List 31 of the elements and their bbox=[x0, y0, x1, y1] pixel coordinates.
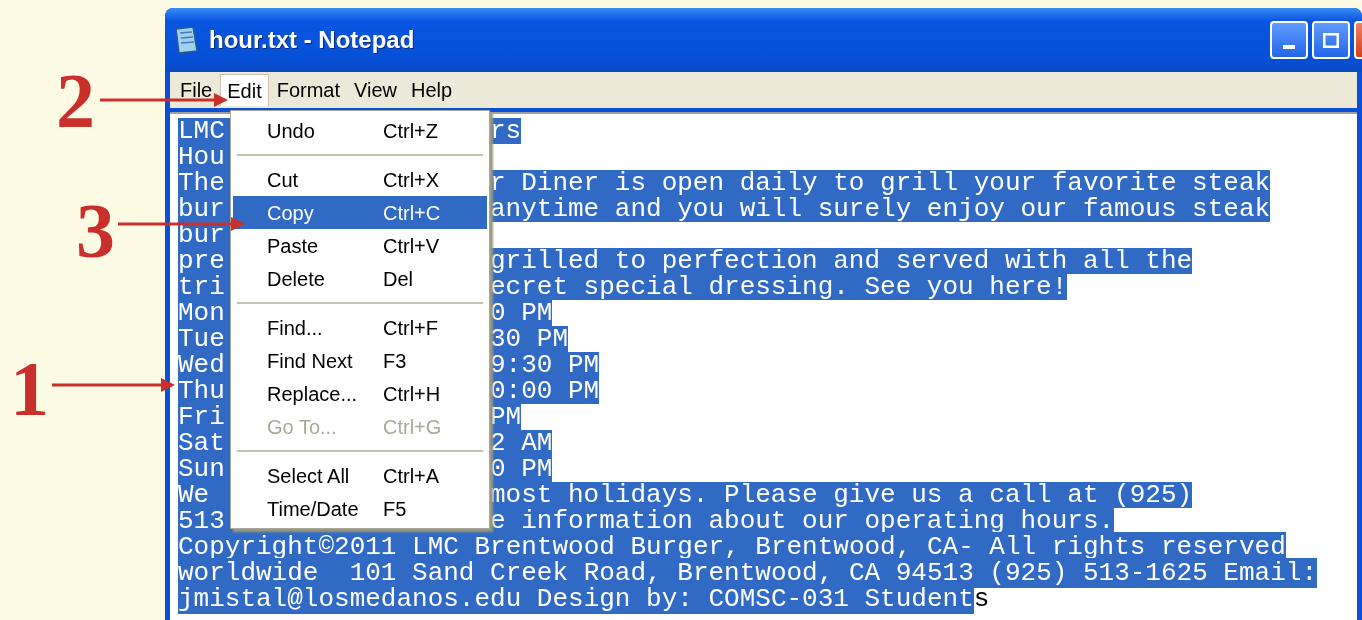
maximize-icon bbox=[1323, 32, 1339, 48]
selected-text: ecret special dressing. See you here! bbox=[490, 274, 1068, 300]
step-number: 1 bbox=[10, 350, 49, 428]
selected-text: anytime and you will surely enjoy our famous steak bbox=[490, 196, 1271, 222]
selected-text: grilled to perfection and served with all the bbox=[490, 248, 1193, 274]
menu-item[interactable]: Edit bbox=[220, 74, 269, 106]
minimize-button[interactable] bbox=[1270, 21, 1308, 59]
selected-text: 30 PM bbox=[490, 326, 568, 352]
menu-item[interactable]: Copy Ctrl+C bbox=[233, 196, 487, 229]
selected-text: rs bbox=[490, 118, 522, 144]
minimize-icon bbox=[1283, 45, 1295, 49]
menu-item[interactable]: File bbox=[174, 74, 219, 106]
step-number: 3 bbox=[76, 192, 115, 270]
menu-item[interactable]: Help bbox=[405, 74, 459, 106]
selected-text: 0 PM bbox=[490, 300, 553, 326]
step-number: 2 bbox=[56, 62, 95, 140]
menu-item[interactable]: View bbox=[348, 74, 404, 106]
maximize-button[interactable] bbox=[1312, 21, 1350, 59]
selected-text: 2 AM bbox=[490, 430, 553, 456]
notepad-icon bbox=[173, 25, 199, 55]
selected-text: e information about our operating hours. bbox=[490, 508, 1115, 534]
selected-text: r Diner is open daily to grill your favorite steak bbox=[490, 170, 1271, 196]
selected-text: 0:00 PM bbox=[490, 378, 600, 404]
selected-text: most holidays. Please give us a call at (925) bbox=[490, 482, 1193, 508]
selected-text: worldwide 101 Sand Creek Road, Brentwood, CA 94513 (925) 513-1625 Email: bbox=[178, 558, 1317, 588]
selected-text: PM bbox=[490, 404, 522, 430]
selected-text: jmistal@losmedanos.edu Design by: COMSC-031 Student bbox=[178, 584, 974, 614]
selected-text: 0 PM bbox=[490, 456, 553, 482]
window-title: hour.txt - Notepad bbox=[209, 25, 415, 55]
selected-text: 9:30 PM bbox=[490, 352, 600, 378]
menu-item[interactable]: Format bbox=[270, 74, 347, 106]
